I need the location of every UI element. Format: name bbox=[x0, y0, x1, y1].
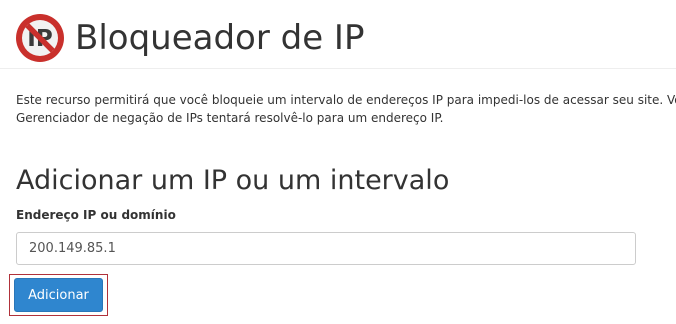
add-ip-section-title: Adicionar um IP ou um intervalo bbox=[16, 165, 450, 196]
ip-or-domain-input[interactable] bbox=[16, 232, 636, 265]
header-divider bbox=[0, 68, 676, 69]
description-line-2: Gerenciador de negação de IPs tentará re… bbox=[16, 111, 444, 125]
ip-blocker-page: IP Bloqueador de IP Este recurso permiti… bbox=[0, 0, 676, 324]
add-button-focus-ring: Adicionar bbox=[9, 274, 108, 316]
description-line-1: Este recurso permitirá que você bloqueie… bbox=[16, 93, 676, 107]
ip-or-domain-label: Endereço IP ou domínio bbox=[16, 208, 176, 222]
page-header: IP Bloqueador de IP bbox=[14, 8, 676, 68]
no-ip-icon: IP bbox=[16, 14, 64, 62]
add-button[interactable]: Adicionar bbox=[14, 278, 103, 312]
page-title: Bloqueador de IP bbox=[75, 18, 365, 58]
page-description: Este recurso permitirá que você bloqueie… bbox=[16, 91, 676, 127]
